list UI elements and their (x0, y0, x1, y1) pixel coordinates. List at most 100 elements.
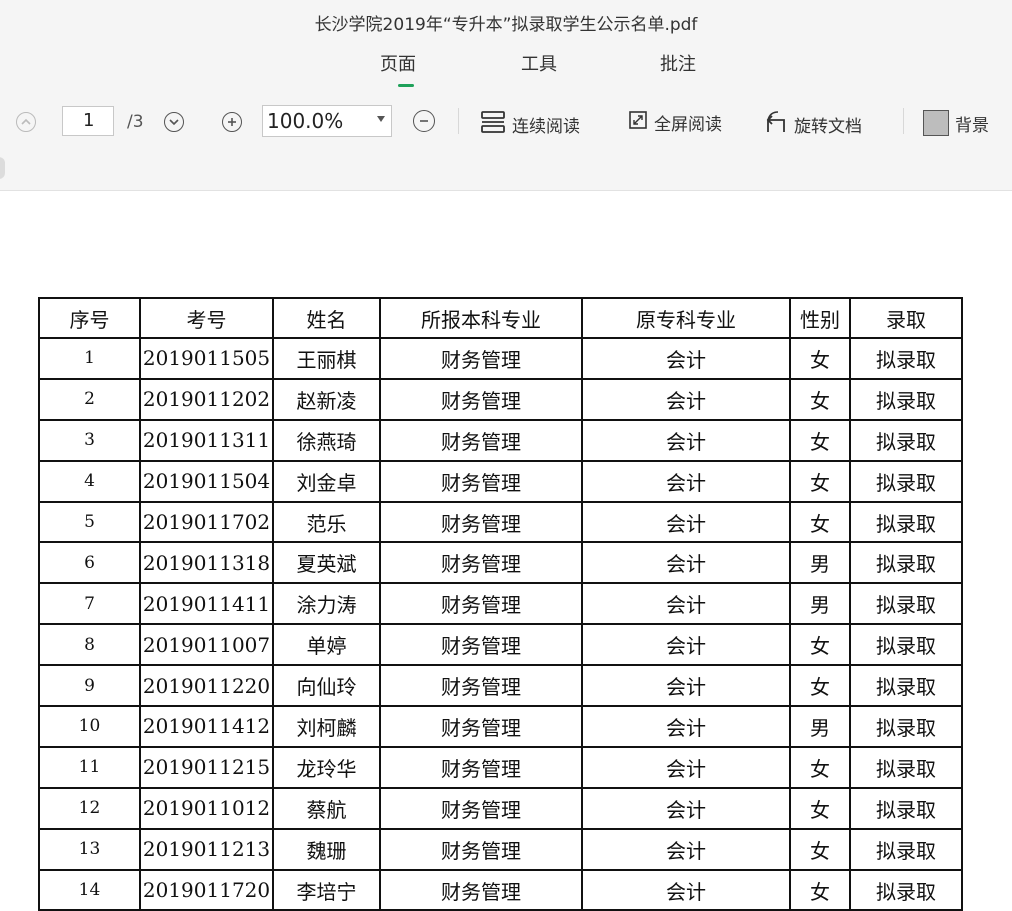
zoom-out-icon[interactable] (413, 110, 435, 132)
cell-original-major: 会计 (581, 418, 791, 462)
cell-exam-number: 2019011505 (139, 337, 274, 380)
cell-gender: 女 (789, 745, 851, 789)
cell-exam-number: 2019011220 (139, 664, 274, 708)
cell-admission: 拟录取 (849, 500, 963, 544)
table-row: 11 2019011215 龙玲华 财务管理 会计女拟录取 (38, 745, 963, 789)
cell-name: 涂力涛 (272, 582, 381, 626)
cell-name: 王丽棋 (272, 337, 381, 380)
cell-admission: 拟录取 (849, 337, 963, 380)
cell-admission: 拟录取 (849, 705, 963, 748)
prev-page-icon[interactable] (16, 112, 36, 132)
cell-name: 龙玲华 (272, 745, 381, 789)
sidebar-toggle-handle[interactable] (0, 157, 5, 179)
header-applied-major: 所报本科专业 (379, 297, 583, 339)
cell-name: 魏珊 (272, 827, 381, 871)
cell-admission: 拟录取 (849, 745, 963, 789)
table-row: 3 2019011311 徐燕琦 财务管理 会计女拟录取 (38, 418, 963, 462)
cell-index: 7 (38, 582, 141, 626)
cell-gender: 女 (789, 868, 851, 911)
cell-exam-number: 2019011720 (139, 868, 274, 911)
cell-applied-major: 财务管理 (379, 705, 583, 748)
cell-gender: 女 (789, 337, 851, 380)
cell-gender: 女 (789, 786, 851, 830)
cell-index: 9 (38, 664, 141, 708)
cell-applied-major: 财务管理 (379, 786, 583, 830)
cell-exam-number: 2019011411 (139, 582, 274, 626)
cell-name: 徐燕琦 (272, 418, 381, 462)
zoom-in-icon[interactable] (222, 112, 242, 132)
cell-applied-major: 财务管理 (379, 827, 583, 871)
header-gender: 性别 (789, 297, 851, 339)
cell-gender: 女 (789, 500, 851, 544)
continuous-read-button[interactable]: 连续阅读 (480, 110, 580, 139)
cell-original-major: 会计 (581, 786, 791, 830)
cell-index: 12 (38, 786, 141, 830)
cell-admission: 拟录取 (849, 868, 963, 911)
table-body: 1 2019011505 王丽棋 财务管理 会计女拟录取 2 2019011202 赵新凌 财务… (38, 337, 963, 911)
cell-applied-major: 财务管理 (379, 459, 583, 503)
cell-admission: 拟录取 (849, 623, 963, 667)
cell-index: 3 (38, 418, 141, 462)
cell-admission: 拟录取 (849, 786, 963, 830)
cell-original-major: 会计 (581, 337, 791, 380)
page-number-input[interactable]: 1 (62, 106, 114, 136)
cell-admission: 拟录取 (849, 418, 963, 462)
tab-annotate[interactable]: 批注 (660, 50, 696, 76)
cell-original-major: 会计 (581, 623, 791, 667)
header-admission: 录取 (849, 297, 963, 339)
header-original-major: 原专科专业 (581, 297, 791, 339)
tab-page[interactable]: 页面 (380, 50, 416, 76)
cell-exam-number: 2019011412 (139, 705, 274, 748)
table-row: 7 2019011411 涂力涛 财务管理 会计男拟录取 (38, 582, 963, 626)
cell-exam-number: 2019011318 (139, 541, 274, 585)
cell-name: 刘柯麟 (272, 705, 381, 748)
table-row: 8 2019011007 单婷 财务管理 会计女拟录取 (38, 623, 963, 667)
next-page-icon[interactable] (164, 112, 184, 132)
cell-original-major: 会计 (581, 582, 791, 626)
cell-exam-number: 2019011702 (139, 500, 274, 544)
continuous-read-icon (480, 110, 506, 139)
cell-original-major: 会计 (581, 705, 791, 748)
fullscreen-read-button[interactable]: 全屏阅读 (628, 110, 722, 135)
tab-tools[interactable]: 工具 (521, 50, 557, 76)
zoom-select[interactable]: 100.0% (262, 105, 392, 137)
cell-name: 赵新凌 (272, 377, 381, 421)
table-row: 13 2019011213 魏珊 财务管理 会计女拟录取 (38, 827, 963, 871)
cell-name: 刘金卓 (272, 459, 381, 503)
pdf-toolbar: 长沙学院2019年“专升本”拟录取学生公示名单.pdf 页面 工具 批注 1 /… (0, 0, 1012, 191)
cell-index: 4 (38, 459, 141, 503)
rotate-doc-button[interactable]: 旋转文档 (762, 110, 862, 139)
cell-applied-major: 财务管理 (379, 541, 583, 585)
cell-applied-major: 财务管理 (379, 418, 583, 462)
rotate-doc-label: 旋转文档 (794, 117, 862, 137)
fullscreen-read-label: 全屏阅读 (654, 115, 722, 135)
cell-index: 11 (38, 745, 141, 789)
table-row: 2 2019011202 赵新凌 财务管理 会计女拟录取 (38, 377, 963, 421)
cell-name: 向仙玲 (272, 664, 381, 708)
cell-exam-number: 2019011504 (139, 459, 274, 503)
table-row: 1 2019011505 王丽棋 财务管理 会计女拟录取 (38, 337, 963, 380)
cell-admission: 拟录取 (849, 377, 963, 421)
cell-applied-major: 财务管理 (379, 664, 583, 708)
cell-index: 6 (38, 541, 141, 585)
cell-name: 范乐 (272, 500, 381, 544)
background-button[interactable]: 背景 (923, 110, 989, 136)
cell-name: 蔡航 (272, 786, 381, 830)
header-index: 序号 (38, 297, 141, 339)
cell-applied-major: 财务管理 (379, 623, 583, 667)
cell-applied-major: 财务管理 (379, 745, 583, 789)
cell-index: 13 (38, 827, 141, 871)
cell-applied-major: 财务管理 (379, 337, 583, 380)
cell-exam-number: 2019011202 (139, 377, 274, 421)
cell-applied-major: 财务管理 (379, 868, 583, 911)
table-row: 12 2019011012 蔡航 财务管理 会计女拟录取 (38, 786, 963, 830)
toolbar-divider (903, 108, 904, 134)
cell-name: 李培宁 (272, 868, 381, 911)
table-row: 6 2019011318 夏英斌 财务管理 会计男拟录取 (38, 541, 963, 585)
cell-original-major: 会计 (581, 459, 791, 503)
cell-gender: 女 (789, 827, 851, 871)
cell-exam-number: 2019011012 (139, 786, 274, 830)
background-swatch-icon (923, 110, 949, 136)
cell-index: 10 (38, 705, 141, 748)
cell-index: 8 (38, 623, 141, 667)
